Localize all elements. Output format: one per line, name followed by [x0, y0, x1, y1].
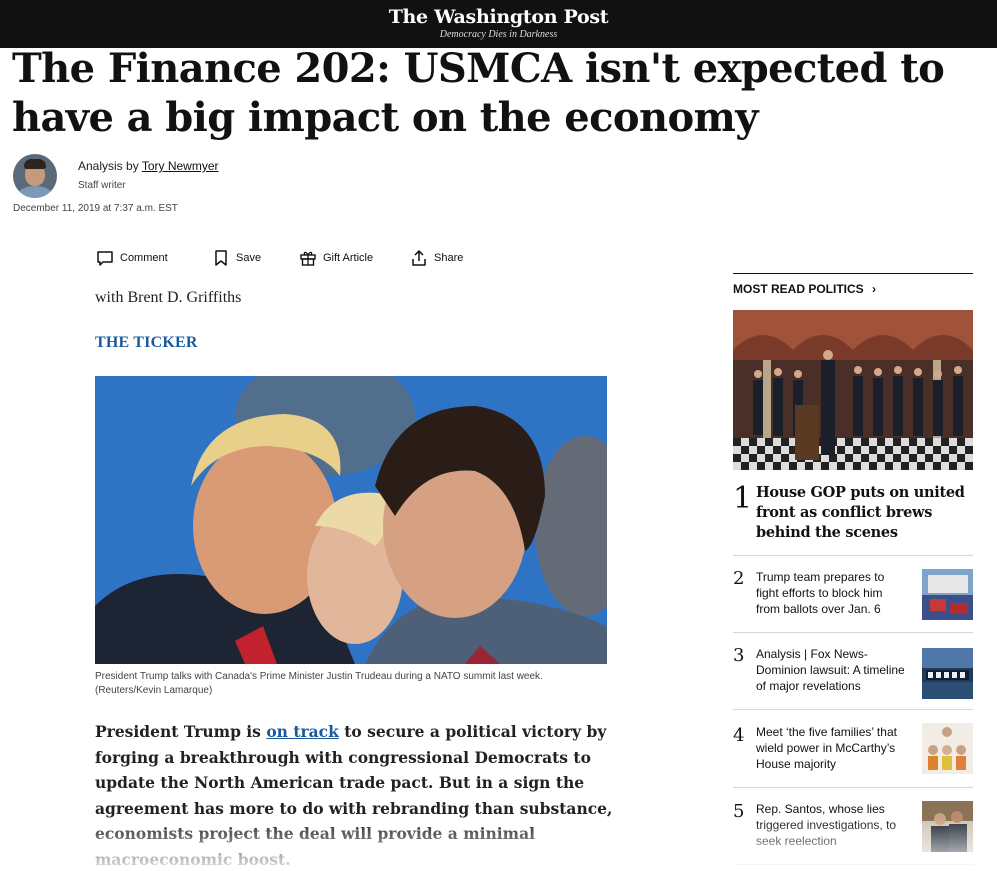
most-read-heading-text: MOST READ POLITICS: [733, 282, 864, 296]
chevron-right-icon: ›: [872, 282, 877, 296]
lead-photo: [95, 376, 607, 664]
analysis-label: Analysis: [756, 647, 801, 661]
most-read-title[interactable]: Meet ‘the five families’ that wield powe…: [756, 724, 914, 772]
byline: Analysis by Tory Newmyer: [78, 159, 219, 173]
thumbnail-art: [922, 723, 973, 774]
most-read-item-1[interactable]: 1 House GOP puts on united front as conf…: [733, 481, 973, 545]
masthead-logo[interactable]: The Washington Post: [0, 6, 997, 28]
item-thumbnail[interactable]: [922, 648, 973, 699]
most-read-heading[interactable]: MOST READ POLITICS ›: [733, 282, 876, 296]
most-read-item-2[interactable]: 2 Trump team prepares to fight efforts t…: [733, 568, 973, 620]
most-read-item-5[interactable]: 5 Rep. Santos, whose lies triggered inve…: [733, 800, 973, 852]
rank-number: 1: [733, 481, 753, 516]
most-read-title[interactable]: Analysis | Fox News-Dominion lawsuit: A …: [756, 646, 914, 694]
item-separator: [733, 787, 973, 788]
rank-number: 5: [733, 801, 745, 822]
thumbnail-art: [922, 569, 973, 620]
share-button[interactable]: Share: [410, 248, 463, 268]
masthead-bar: The Washington Post Democracy Dies in Da…: [0, 0, 997, 48]
contributor-line: with Brent D. Griffiths: [95, 289, 242, 306]
rank-number: 2: [733, 568, 745, 589]
most-read-title[interactable]: House GOP puts on united front as confli…: [756, 483, 973, 543]
thumbnail-art: [922, 801, 973, 852]
rank-number: 4: [733, 725, 745, 746]
sidebar-top-rule: [733, 273, 973, 274]
byline-prefix: Analysis by: [78, 159, 142, 173]
item-separator: [733, 555, 973, 556]
item-thumbnail[interactable]: [922, 801, 973, 852]
comment-button[interactable]: Comment: [96, 248, 168, 268]
article-headline: The Finance 202: USMCA isn't expected to…: [12, 44, 945, 142]
most-read-item-4[interactable]: 4 Meet ‘the five families’ that wield po…: [733, 723, 973, 775]
save-label: Save: [236, 252, 262, 264]
bookmark-icon: [215, 250, 227, 266]
lead-photo-art: [95, 376, 607, 664]
rank-number: 3: [733, 645, 745, 666]
label-separator: |: [800, 647, 811, 661]
section-heading: THE TICKER: [95, 334, 198, 351]
avatar-hair: [24, 159, 46, 169]
author-avatar[interactable]: [13, 154, 57, 198]
publish-date: December 11, 2019 at 7:37 a.m. EST: [13, 203, 178, 214]
featured-story-photo[interactable]: [733, 310, 973, 470]
photo-caption: President Trump talks with Canada's Prim…: [95, 671, 543, 696]
lede-paragraph: President Trump is on track to secure a …: [95, 719, 615, 871]
item-separator: [733, 864, 973, 865]
comment-icon: [97, 251, 113, 266]
avatar-shirt: [17, 186, 53, 198]
share-icon: [412, 250, 426, 266]
most-read-title[interactable]: Trump team prepares to fight efforts to …: [756, 569, 896, 617]
featured-photo-art: [733, 310, 973, 470]
item-thumbnail[interactable]: [922, 723, 973, 774]
author-link[interactable]: Tory Newmyer: [142, 159, 219, 173]
on-track-link[interactable]: on track: [266, 722, 339, 741]
lede-text-start: President Trump is: [95, 722, 267, 741]
save-button[interactable]: Save: [212, 248, 261, 268]
most-read-title[interactable]: Rep. Santos, whose lies triggered invest…: [756, 801, 906, 849]
item-separator: [733, 632, 973, 633]
item-thumbnail[interactable]: [922, 569, 973, 620]
masthead-tagline: Democracy Dies in Darkness: [439, 29, 558, 40]
gift-article-button[interactable]: Gift Article: [299, 248, 373, 268]
thumbnail-art: [922, 648, 973, 699]
gift-icon: [300, 251, 316, 266]
share-label: Share: [434, 252, 464, 264]
comment-label: Comment: [120, 252, 168, 264]
author-role: Staff writer: [78, 180, 126, 191]
gift-article-label: Gift Article: [323, 252, 374, 264]
most-read-item-3[interactable]: 3 Analysis | Fox News-Dominion lawsuit: …: [733, 645, 973, 699]
lede-text-rest: to secure a political victory by forging…: [95, 722, 613, 869]
headline-line-1: The Finance 202: USMCA isn't expected to: [12, 45, 945, 92]
headline-line-2: have a big impact on the economy: [12, 94, 759, 141]
item-separator: [733, 709, 973, 710]
